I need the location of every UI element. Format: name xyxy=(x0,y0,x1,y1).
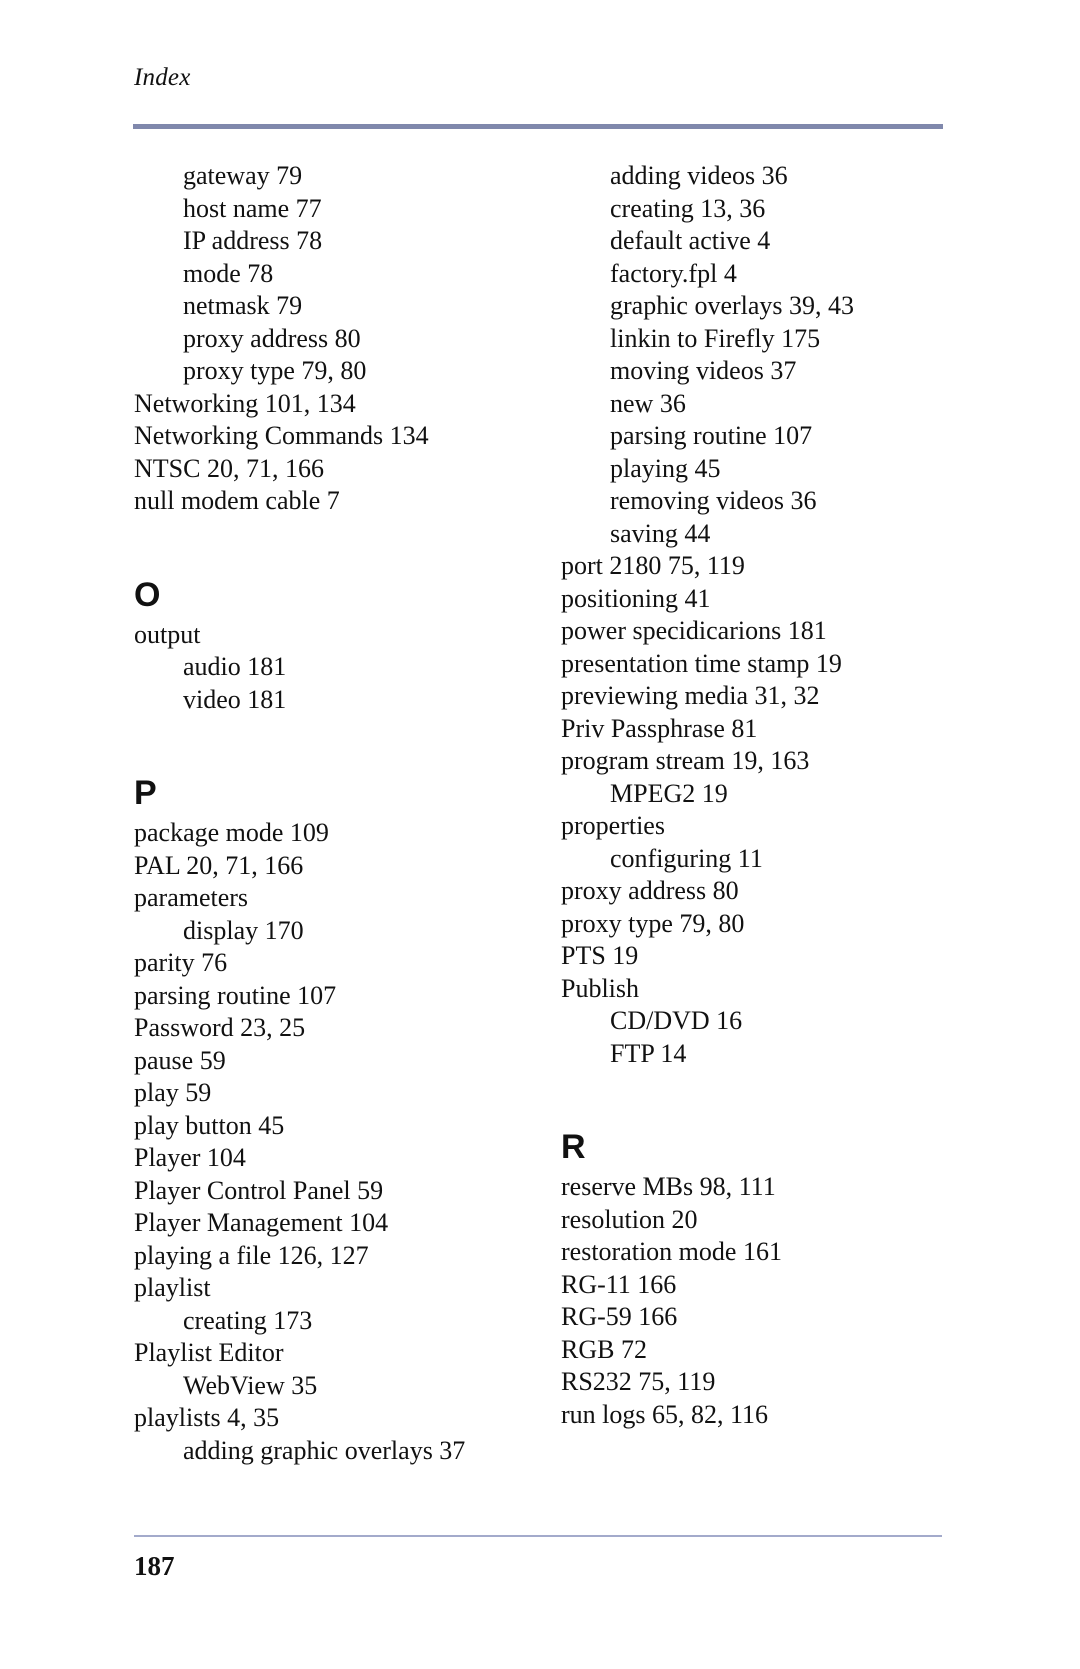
index-entry[interactable]: RG-59 166 xyxy=(561,1301,951,1334)
section-letter-heading: O xyxy=(134,575,161,614)
index-subentry[interactable]: default active 4 xyxy=(561,225,951,258)
running-head: Index xyxy=(134,64,191,91)
index-entry[interactable]: resolution 20 xyxy=(561,1204,951,1237)
index-subentry[interactable]: creating 173 xyxy=(134,1305,554,1338)
index-subentry[interactable]: adding videos 36 xyxy=(561,160,951,193)
index-subentry[interactable]: proxy type 79, 80 xyxy=(134,355,554,388)
section-letter-heading: P xyxy=(134,774,157,812)
index-entry[interactable]: positioning 41 xyxy=(561,583,951,616)
index-subentry[interactable]: linkin to Firefly 175 xyxy=(561,323,951,356)
index-subentry[interactable]: factory.fpl 4 xyxy=(561,258,951,291)
footer-rule xyxy=(134,1535,942,1537)
index-subentry[interactable]: playing 45 xyxy=(561,453,951,486)
index-entry[interactable]: parameters xyxy=(134,882,554,915)
index-subentry[interactable]: IP address 78 xyxy=(134,225,554,258)
index-entry[interactable]: PTS 19 xyxy=(561,940,951,973)
index-entry[interactable]: NTSC 20, 71, 166 xyxy=(134,453,554,486)
index-subentry[interactable]: configuring 11 xyxy=(561,843,951,876)
index-entry[interactable]: Publish xyxy=(561,973,951,1006)
index-entry[interactable]: output xyxy=(134,619,554,652)
index-entry[interactable]: PAL 20, 71, 166 xyxy=(134,850,554,883)
index-subentry[interactable]: creating 13, 36 xyxy=(561,193,951,226)
section-letter-heading: R xyxy=(561,1128,586,1166)
index-subentry[interactable]: host name 77 xyxy=(134,193,554,226)
index-entry[interactable]: Password 23, 25 xyxy=(134,1012,554,1045)
index-entry[interactable]: pause 59 xyxy=(134,1045,554,1078)
index-entry[interactable]: previewing media 31, 32 xyxy=(561,680,951,713)
index-subentry[interactable]: WebView 35 xyxy=(134,1370,554,1403)
index-subentry[interactable]: saving 44 xyxy=(561,518,951,551)
index-subentry[interactable]: mode 78 xyxy=(134,258,554,291)
index-entry[interactable]: package mode 109 xyxy=(134,817,554,850)
page-number: 187 xyxy=(134,1551,175,1581)
index-entry[interactable]: Priv Passphrase 81 xyxy=(561,713,951,746)
index-entry[interactable]: null modem cable 7 xyxy=(134,485,554,518)
index-subentry[interactable]: graphic overlays 39, 43 xyxy=(561,290,951,323)
index-entry[interactable]: program stream 19, 163 xyxy=(561,745,951,778)
index-entry[interactable]: presentation time stamp 19 xyxy=(561,648,951,681)
index-entry[interactable]: power specidicarions 181 xyxy=(561,615,951,648)
index-subentry[interactable]: CD/DVD 16 xyxy=(561,1005,951,1038)
index-subentry[interactable]: moving videos 37 xyxy=(561,355,951,388)
index-entry[interactable]: playlists 4, 35 xyxy=(134,1402,554,1435)
index-entry[interactable]: Player Control Panel 59 xyxy=(134,1175,554,1208)
index-column-left: gateway 79 host name 77 IP address 78 mode … xyxy=(134,160,554,1467)
index-subentry[interactable]: audio 181 xyxy=(134,651,554,684)
index-entry[interactable]: reserve MBs 98, 111 xyxy=(561,1171,951,1204)
index-subentry[interactable]: removing videos 36 xyxy=(561,485,951,518)
index-entry[interactable]: proxy address 80 xyxy=(561,875,951,908)
index-subentry[interactable]: new 36 xyxy=(561,388,951,421)
index-entry[interactable]: Playlist Editor xyxy=(134,1337,554,1370)
index-subentry[interactable]: FTP 14 xyxy=(561,1038,951,1071)
index-entry[interactable]: port 2180 75, 119 xyxy=(561,550,951,583)
index-entry[interactable]: Networking Commands 134 xyxy=(134,420,554,453)
index-entry[interactable]: playing a file 126, 127 xyxy=(134,1240,554,1273)
index-subentry[interactable]: display 170 xyxy=(134,915,554,948)
index-entry[interactable]: Player Management 104 xyxy=(134,1207,554,1240)
index-subentry[interactable]: video 181 xyxy=(134,684,554,717)
index-entry[interactable]: RG-11 166 xyxy=(561,1269,951,1302)
index-entry[interactable]: play button 45 xyxy=(134,1110,554,1143)
index-entry[interactable]: parity 76 xyxy=(134,947,554,980)
index-entry[interactable]: proxy type 79, 80 xyxy=(561,908,951,941)
index-entry[interactable]: playlist xyxy=(134,1272,554,1305)
index-subentry[interactable]: proxy address 80 xyxy=(134,323,554,356)
index-entry[interactable]: Networking 101, 134 xyxy=(134,388,554,421)
index-entry[interactable]: run logs 65, 82, 116 xyxy=(561,1399,951,1432)
index-entry[interactable]: play 59 xyxy=(134,1077,554,1110)
index-subentry[interactable]: netmask 79 xyxy=(134,290,554,323)
index-entry[interactable]: RGB 72 xyxy=(561,1334,951,1367)
index-subentry[interactable]: gateway 79 xyxy=(134,160,554,193)
index-entry[interactable]: properties xyxy=(561,810,951,843)
index-entry[interactable]: restoration mode 161 xyxy=(561,1236,951,1269)
index-entry[interactable]: parsing routine 107 xyxy=(134,980,554,1013)
index-column-right: adding videos 36 creating 13, 36 default a… xyxy=(561,160,951,1431)
index-subentry[interactable]: MPEG2 19 xyxy=(561,778,951,811)
index-entry[interactable]: Player 104 xyxy=(134,1142,554,1175)
index-entry[interactable]: RS232 75, 119 xyxy=(561,1366,951,1399)
index-subentry[interactable]: parsing routine 107 xyxy=(561,420,951,453)
header-rule xyxy=(133,124,943,129)
index-subentry[interactable]: adding graphic overlays 37 xyxy=(134,1435,554,1468)
